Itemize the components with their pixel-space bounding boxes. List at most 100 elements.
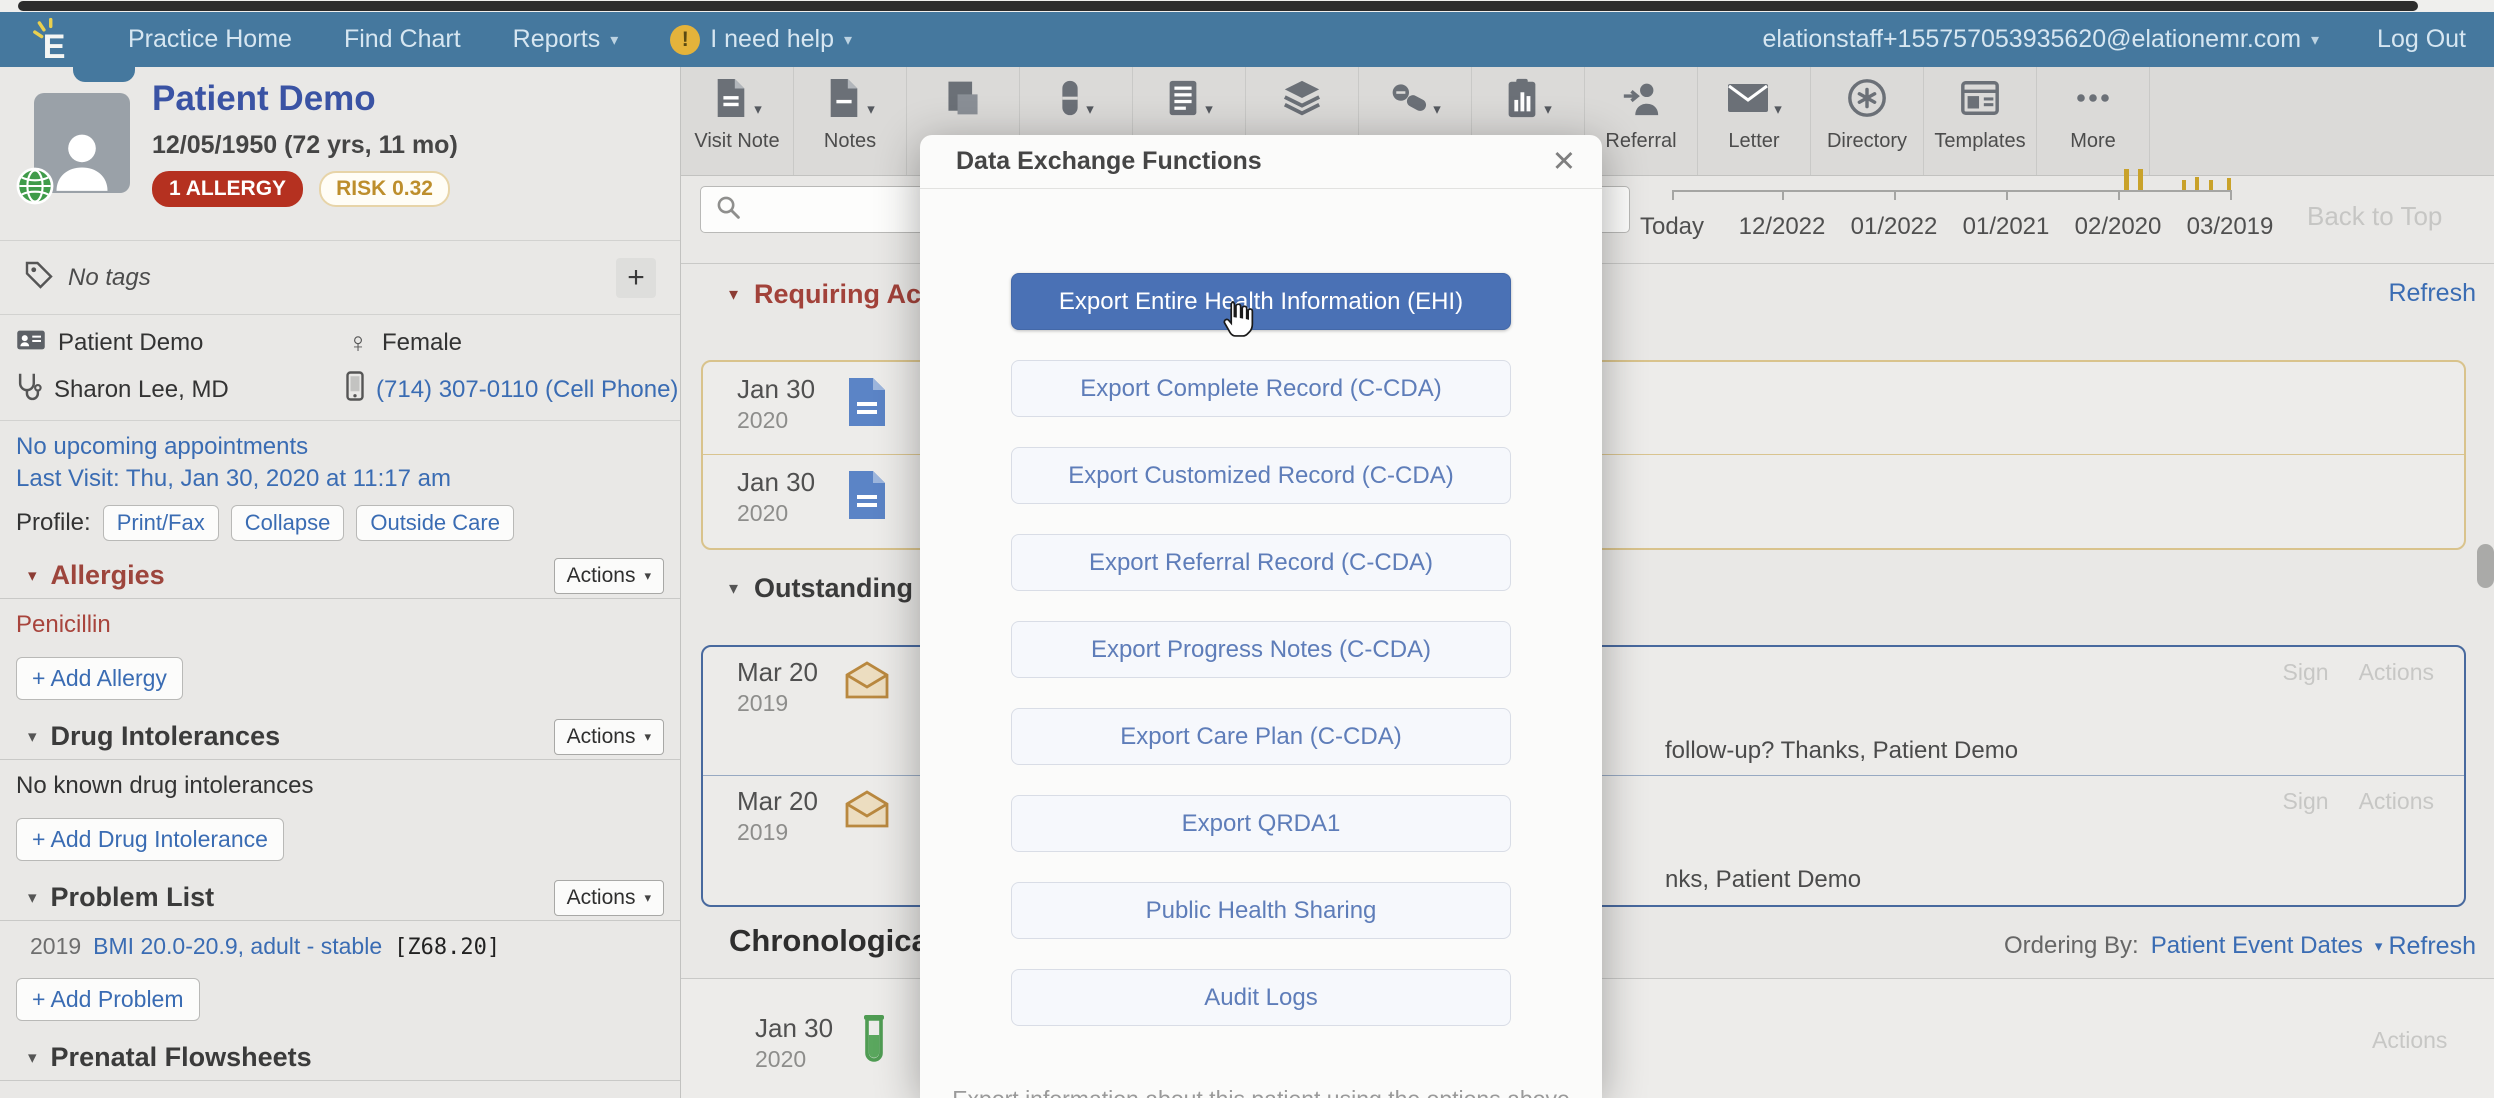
- modal-body: Export Entire Health Information (EHI) E…: [920, 189, 1602, 1098]
- timeline-label[interactable]: 01/2021: [1963, 213, 2050, 241]
- toolbar-visit-note[interactable]: ▾ Visit Note: [681, 67, 794, 175]
- tag-icon: [24, 260, 54, 295]
- layers-icon: [1281, 78, 1323, 123]
- allergy-badge: 1 ALLERGY: [152, 171, 303, 207]
- nav-help[interactable]: ! I need help ▾: [670, 25, 852, 55]
- logout-link[interactable]: Log Out: [2377, 25, 2466, 54]
- drug-intolerances-title: Drug Intolerances: [51, 721, 554, 752]
- row-date: Jan 30: [737, 467, 815, 498]
- timeline-label[interactable]: 03/2019: [2187, 213, 2274, 241]
- add-tag-button[interactable]: +: [616, 258, 656, 298]
- allergies-header: ▾ Allergies Actions ▾: [0, 553, 680, 599]
- public-health-sharing-button[interactable]: Public Health Sharing: [1011, 882, 1511, 939]
- drug-intolerances-body: No known drug intolerances + Add Drug In…: [0, 760, 680, 875]
- chevron-down-icon: ▾: [867, 100, 875, 118]
- phone-link[interactable]: (714) 307-0110 (Cell Phone): [376, 376, 678, 404]
- sign-link[interactable]: Sign: [2283, 788, 2329, 815]
- add-allergy-button[interactable]: + Add Allergy: [16, 657, 183, 700]
- export-customized-record-button[interactable]: Export Customized Record (C-CDA): [1011, 447, 1511, 504]
- elation-logo-icon[interactable]: E: [26, 15, 80, 65]
- actions-link[interactable]: Actions: [2372, 1027, 2447, 1054]
- account-menu[interactable]: elationstaff+155757053935620@elationemr.…: [1763, 25, 2320, 54]
- chevron-down-icon: ▾: [1433, 100, 1441, 118]
- top-strip: [0, 0, 2494, 12]
- timeline-label[interactable]: 02/2020: [2075, 213, 2162, 241]
- upcoming-appointments-link[interactable]: No upcoming appointments: [16, 433, 308, 460]
- add-problem-button[interactable]: + Add Problem: [16, 978, 200, 1021]
- scrollbar-thumb[interactable]: [2477, 544, 2494, 588]
- export-progress-notes-button[interactable]: Export Progress Notes (C-CDA): [1011, 621, 1511, 678]
- chevron-down-icon: ▾: [754, 100, 762, 118]
- problem-link[interactable]: BMI 20.0-20.9, adult - stable: [93, 933, 382, 960]
- nav-find-chart[interactable]: Find Chart: [344, 25, 461, 54]
- chevron-down-icon[interactable]: ▾: [28, 566, 37, 586]
- problem-year: 2019: [30, 933, 81, 960]
- export-complete-record-button[interactable]: Export Complete Record (C-CDA): [1011, 360, 1511, 417]
- timeline-axis[interactable]: [1672, 190, 2232, 192]
- patient-sidebar: Patient Demo 12/05/1950 (72 yrs, 11 mo) …: [0, 67, 681, 1098]
- timeline-label[interactable]: 01/2022: [1851, 213, 1938, 241]
- allergies-body: Penicillin + Add Allergy: [0, 599, 680, 714]
- open-envelope-icon: [843, 659, 891, 704]
- export-care-plan-button[interactable]: Export Care Plan (C-CDA): [1011, 708, 1511, 765]
- audit-logs-button[interactable]: Audit Logs: [1011, 969, 1511, 1026]
- risk-badge: RISK 0.32: [319, 171, 450, 207]
- export-ehi-button[interactable]: Export Entire Health Information (EHI): [1011, 273, 1511, 330]
- problem-list-title: Problem List: [51, 882, 554, 913]
- sign-link[interactable]: Sign: [2283, 659, 2329, 686]
- templates-icon: [1959, 78, 2001, 123]
- print-fax-button[interactable]: Print/Fax: [103, 505, 219, 541]
- problem-list-actions-button[interactable]: Actions ▾: [554, 880, 664, 916]
- toolbar-more[interactable]: More: [2037, 67, 2150, 175]
- actions-link[interactable]: Actions: [2359, 788, 2434, 815]
- outside-care-button[interactable]: Outside Care: [356, 505, 514, 541]
- chevron-down-icon[interactable]: ▾: [28, 727, 37, 747]
- add-drug-intolerance-button[interactable]: + Add Drug Intolerance: [16, 818, 284, 861]
- patient-header: Patient Demo 12/05/1950 (72 yrs, 11 mo) …: [0, 67, 680, 241]
- close-icon[interactable]: ✕: [1552, 144, 1576, 179]
- patient-name[interactable]: Patient Demo: [152, 79, 376, 119]
- ordering-by-dropdown[interactable]: Patient Event Dates: [2151, 932, 2363, 960]
- patient-dob: 12/05/1950 (72 yrs, 11 mo): [152, 131, 458, 160]
- toolbar-filler: [2150, 67, 2494, 175]
- timeline-event-marker: [2195, 177, 2199, 190]
- last-visit-link[interactable]: Last Visit: Thu, Jan 30, 2020 at 11:17 a…: [16, 465, 451, 492]
- timeline-label-today[interactable]: Today: [1640, 213, 1704, 241]
- toolbar-templates[interactable]: Templates: [1924, 67, 2037, 175]
- export-qrda1-button[interactable]: Export QRDA1: [1011, 795, 1511, 852]
- drug-intolerances-actions-button[interactable]: Actions ▾: [554, 719, 664, 755]
- row-year: 2020: [737, 500, 815, 527]
- row-year: 2019: [737, 819, 818, 846]
- chevron-down-icon: ▾: [844, 30, 852, 50]
- chevron-down-icon[interactable]: ▾: [28, 888, 37, 908]
- pill-icon: [1058, 77, 1082, 124]
- toolbar-directory[interactable]: Directory: [1811, 67, 1924, 175]
- back-to-top-link[interactable]: Back to Top: [2307, 201, 2442, 232]
- allergy-item[interactable]: Penicillin: [16, 611, 664, 639]
- problem-list-header: ▾ Problem List Actions ▾: [0, 875, 680, 921]
- chevron-down-icon: ▾: [644, 729, 651, 745]
- nav-reports[interactable]: Reports ▾: [513, 25, 619, 54]
- toolbar-notes[interactable]: ▾ Notes: [794, 67, 907, 175]
- timeline-event-marker: [2227, 178, 2231, 190]
- chevron-down-icon: ▾: [2375, 937, 2383, 955]
- chevron-down-icon: ▾: [1205, 100, 1213, 118]
- nav-practice-home[interactable]: Practice Home: [128, 25, 292, 54]
- modal-header: Data Exchange Functions ✕: [920, 135, 1602, 189]
- actions-link[interactable]: Actions: [2359, 659, 2434, 686]
- allergies-actions-button[interactable]: Actions ▾: [554, 558, 664, 594]
- chevron-down-icon: ▾: [729, 284, 738, 305]
- data-exchange-modal: Data Exchange Functions ✕ Export Entire …: [920, 135, 1602, 1098]
- app-window: E Practice Home Find Chart Reports ▾ ! I…: [0, 0, 2494, 1098]
- toolbar-letter[interactable]: ▾ Letter: [1698, 67, 1811, 175]
- collapse-button[interactable]: Collapse: [231, 505, 345, 541]
- notes-document-icon: [825, 77, 863, 124]
- timeline-label[interactable]: 12/2022: [1739, 213, 1826, 241]
- lab-test-tube-icon: [859, 1013, 889, 1072]
- refresh-link[interactable]: Refresh: [2388, 279, 2476, 308]
- refresh-link-chronological[interactable]: Refresh: [2388, 932, 2476, 961]
- export-referral-record-button[interactable]: Export Referral Record (C-CDA): [1011, 534, 1511, 591]
- allergies-title: Allergies: [51, 560, 554, 591]
- chevron-down-icon: ▾: [2311, 30, 2319, 50]
- chevron-down-icon[interactable]: ▾: [28, 1048, 37, 1068]
